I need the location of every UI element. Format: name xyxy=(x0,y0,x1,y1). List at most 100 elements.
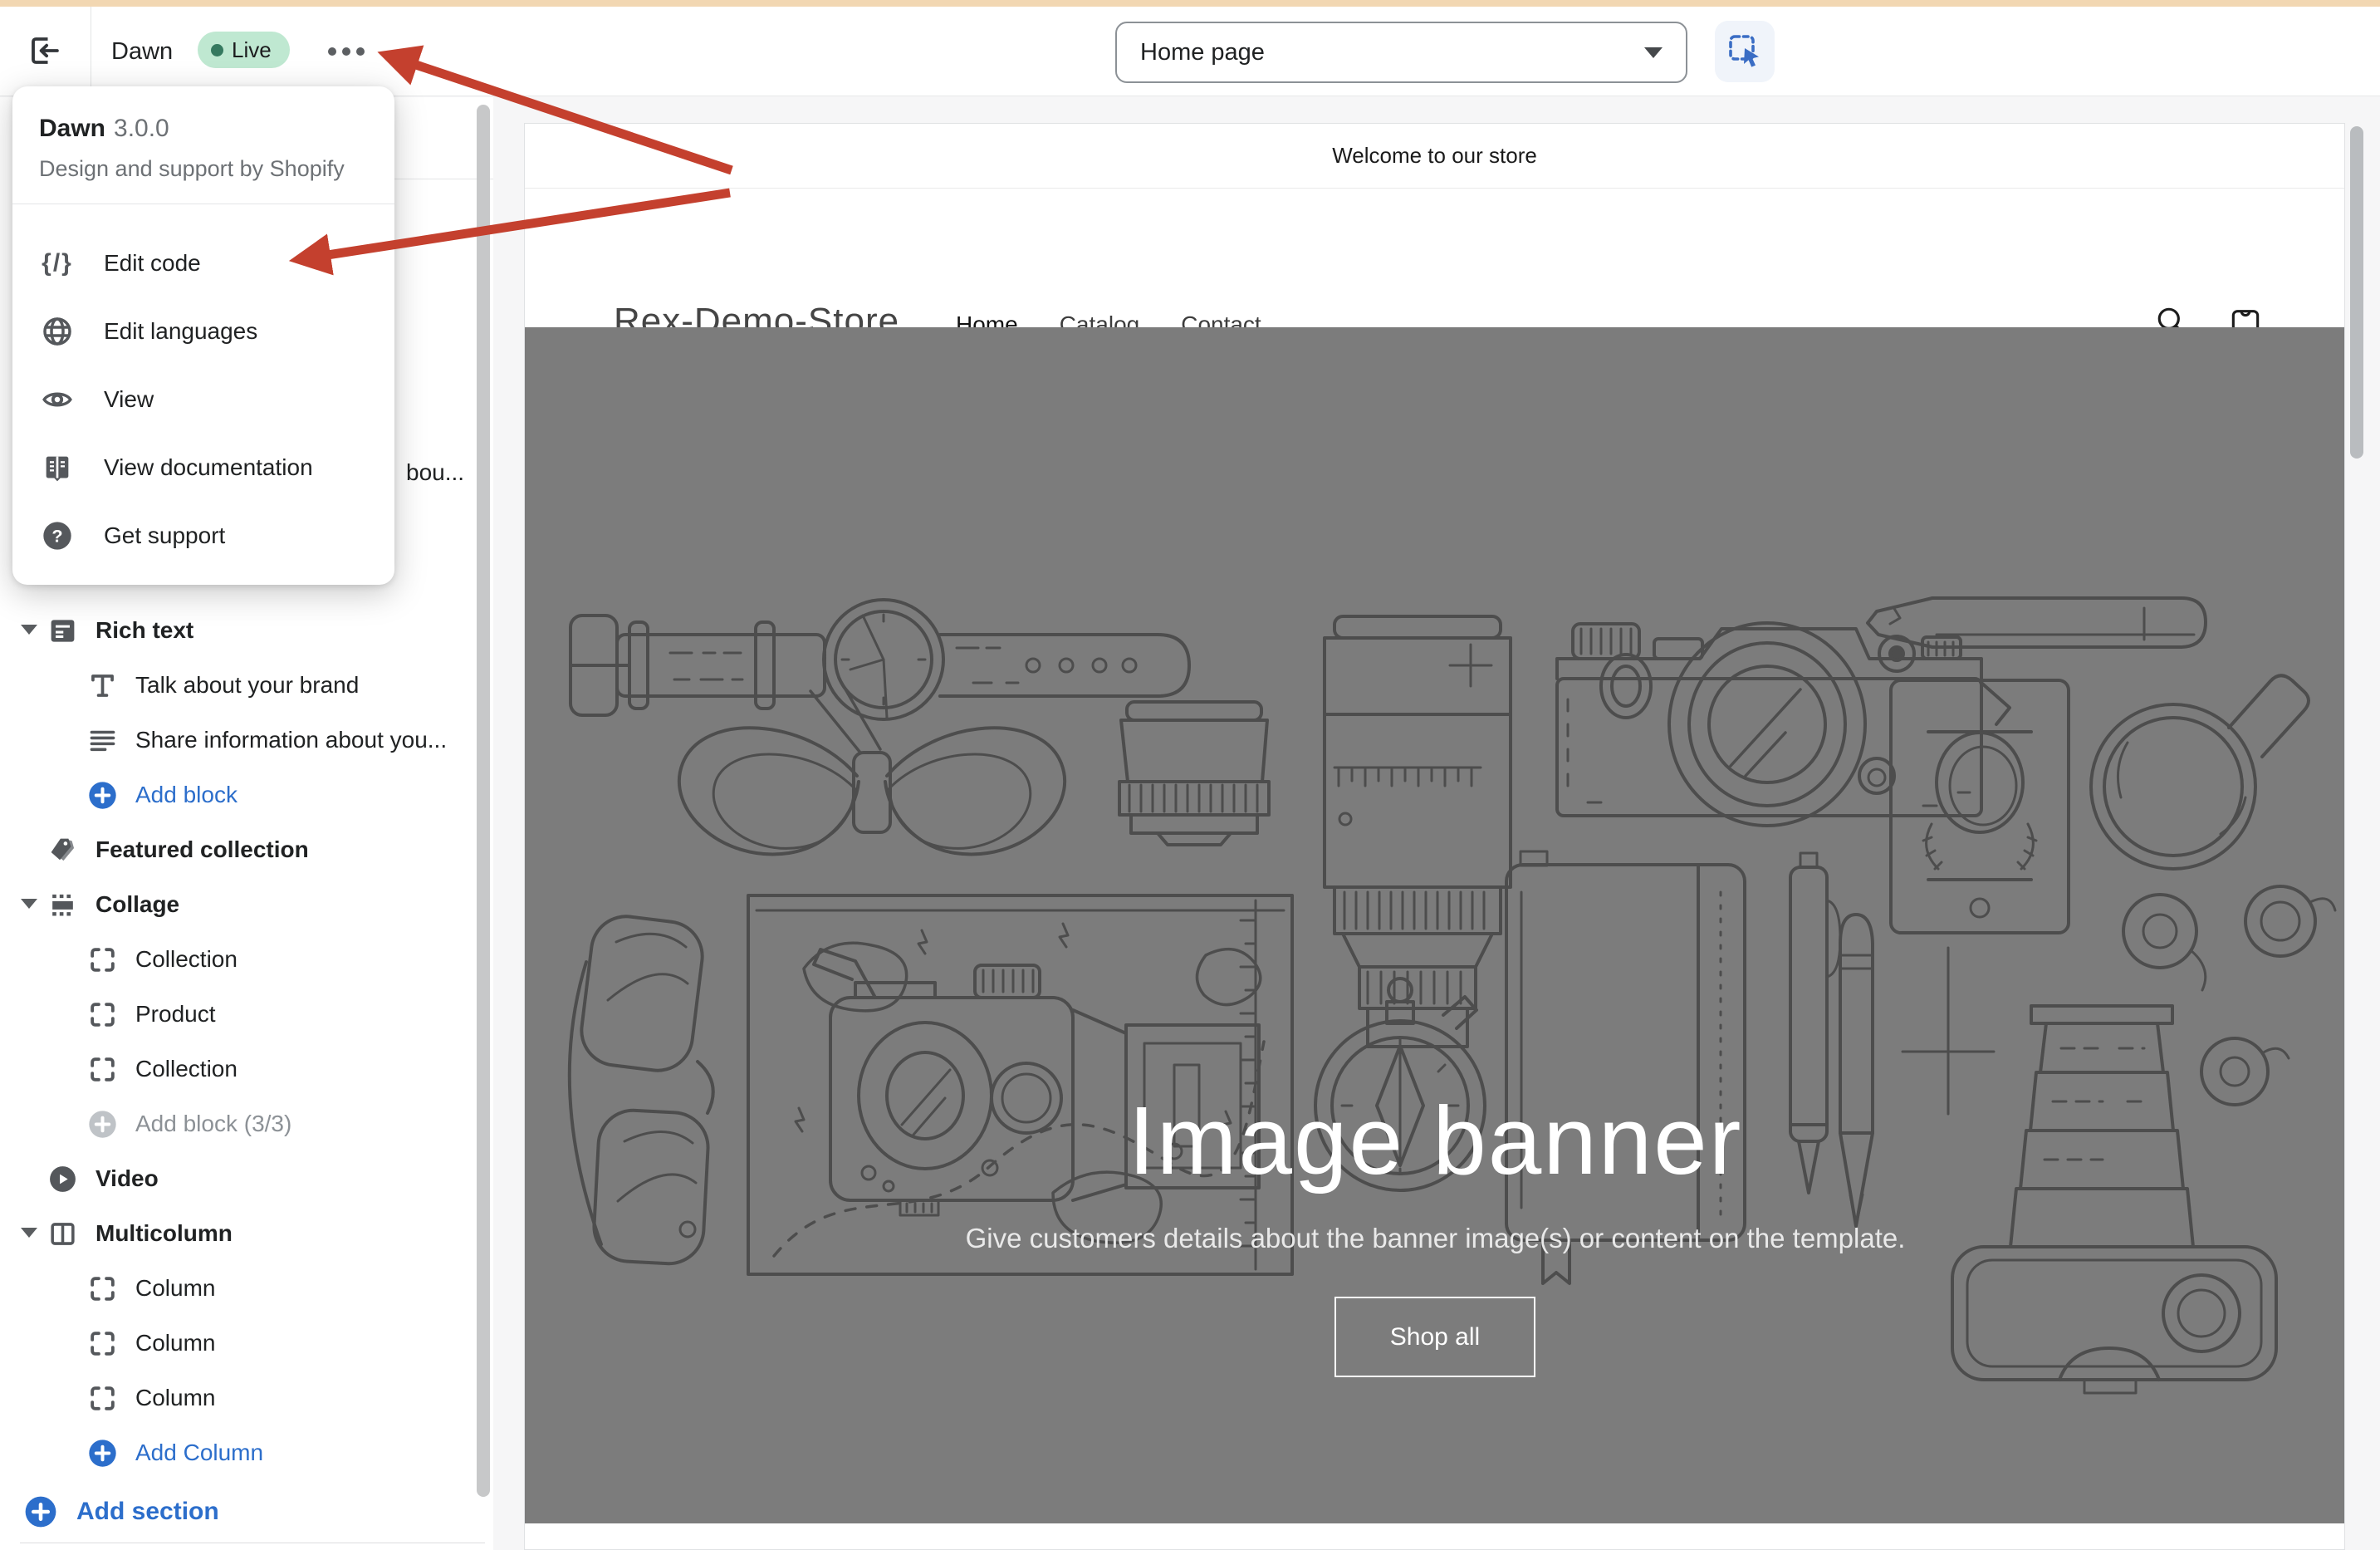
sidebar-item-label: Add block (3/3) xyxy=(135,1111,292,1136)
question-icon: ? xyxy=(39,517,76,554)
sidebar-item-multicolumn[interactable]: Multicolumn xyxy=(0,1206,493,1261)
menu-item-view-documentation[interactable]: View documentation xyxy=(12,434,394,502)
announcement-bar: Welcome to our store xyxy=(525,124,2344,189)
sidebar-item-label: Column xyxy=(135,1275,216,1301)
popover-theme-version: 3.0.0 xyxy=(114,115,169,142)
announcement-text: Welcome to our store xyxy=(1332,143,1537,168)
brackets-icon xyxy=(87,1328,118,1359)
banner-subheading: Give customers details about the banner … xyxy=(965,1223,1906,1253)
menu-item-label: Edit code xyxy=(104,250,201,276)
svg-text:?: ? xyxy=(51,526,62,547)
book-icon xyxy=(39,449,76,486)
sidebar-item-collage-collection-2[interactable]: Collection xyxy=(0,1042,493,1096)
trial-banner-strip xyxy=(0,0,2380,7)
plus-circle-icon xyxy=(23,1494,58,1529)
sidebar-item-talk-about-your-brand[interactable]: Talk about your brand xyxy=(0,658,493,713)
page-scrollbar[interactable] xyxy=(2350,126,2363,459)
shop-all-button[interactable]: Shop all xyxy=(1334,1297,1535,1377)
sidebar-item-column-1[interactable]: Column xyxy=(0,1261,493,1316)
collage-icon xyxy=(47,890,78,920)
menu-item-label: Get support xyxy=(104,522,226,548)
theme-actions-popover: Dawn 3.0.0 Design and support by Shopify … xyxy=(12,86,394,585)
menu-item-edit-languages[interactable]: Edit languages xyxy=(12,297,394,365)
sidebar-item-label: Rich text xyxy=(95,617,194,643)
sidebar-item-label: Add Column xyxy=(135,1440,264,1465)
store-header: Rex-Demo-Store Home Catalog Contact xyxy=(525,189,2344,349)
sidebar-item-label: Multicolumn xyxy=(95,1220,233,1246)
sidebar-scrollbar[interactable] xyxy=(477,105,490,1497)
exit-editor-button[interactable] xyxy=(23,30,66,73)
brackets-icon xyxy=(87,1273,118,1304)
menu-item-get-support[interactable]: ? Get support xyxy=(12,502,394,570)
sidebar-item-video[interactable]: Video xyxy=(0,1151,493,1206)
code-icon: {/} xyxy=(42,249,73,277)
sidebar-item-column-3[interactable]: Column xyxy=(0,1371,493,1425)
sidebar-item-collage-collection-1[interactable]: Collection xyxy=(0,932,493,987)
sidebar-item-add-column[interactable]: Add Column xyxy=(0,1425,493,1480)
topbar: Dawn Live Home page xyxy=(0,7,2380,96)
menu-item-label: Edit languages xyxy=(104,318,258,344)
sidebar-item-label: Product xyxy=(135,1001,216,1027)
live-dot-icon xyxy=(211,43,223,56)
plus-icon xyxy=(87,780,118,811)
sidebar-item-rich-text[interactable]: Rich text xyxy=(0,603,493,658)
sidebar-truncated-row-fragment: bou... xyxy=(406,459,465,485)
sidebar-section-list: Rich text Talk about your brand Share info… xyxy=(0,603,493,1480)
chevron-down-icon[interactable] xyxy=(21,899,37,909)
sidebar-item-label: Collage xyxy=(95,891,180,917)
eye-icon xyxy=(39,381,76,418)
store-preview-frame: Welcome to our store Rex-Demo-Store Home… xyxy=(524,123,2345,1550)
textT-icon xyxy=(87,670,118,701)
sidebar-item-label: Collection xyxy=(135,946,238,972)
multicolumn-icon xyxy=(47,1219,78,1249)
banner-heading: Image banner xyxy=(1128,1086,1743,1194)
chevron-down-icon[interactable] xyxy=(21,1228,37,1238)
popover-theme-name: Dawn xyxy=(39,115,106,142)
exit-icon xyxy=(27,33,62,71)
richtext-icon xyxy=(47,616,78,646)
sidebar-item-add-block-collage[interactable]: Add block (3/3) xyxy=(0,1096,493,1151)
page-selector[interactable]: Home page xyxy=(1115,22,1687,83)
add-section-button[interactable]: Add section xyxy=(23,1492,219,1532)
brackets-icon xyxy=(87,944,118,975)
sidebar-item-label: Collection xyxy=(135,1056,238,1082)
theme-name: Dawn xyxy=(111,38,174,65)
chevron-down-icon[interactable] xyxy=(21,625,37,635)
sidebar-item-column-2[interactable]: Column xyxy=(0,1316,493,1371)
sidebar-item-label: Add block xyxy=(135,782,238,807)
sidebar-item-label: Column xyxy=(135,1330,216,1356)
chevron-down-icon xyxy=(1644,47,1663,58)
brackets-icon xyxy=(87,999,118,1030)
popover-header: Dawn 3.0.0 Design and support by Shopify xyxy=(12,86,394,182)
sidebar-item-add-block-rich-text[interactable]: Add block xyxy=(0,768,493,822)
video-icon xyxy=(47,1164,78,1194)
menu-item-label: View xyxy=(104,386,154,412)
theme-actions-menu-button[interactable] xyxy=(321,35,372,68)
plus-icon xyxy=(87,1109,118,1140)
sidebar-item-label: Featured collection xyxy=(95,836,309,862)
globe-icon xyxy=(39,313,76,350)
brackets-icon xyxy=(87,1054,118,1085)
image-banner-section: Image banner Give customers details abou… xyxy=(525,327,2344,1523)
popover-subtitle: Design and support by Shopify xyxy=(39,156,345,181)
tags-icon xyxy=(47,835,78,866)
live-badge: Live xyxy=(198,32,290,68)
sidebar-item-label: Share information about you... xyxy=(135,727,448,753)
popover-menu-list: {/} Edit code Edit languages View View docum… xyxy=(12,204,394,570)
sidebar-item-collage[interactable]: Collage xyxy=(0,877,493,932)
section-picker-button[interactable] xyxy=(1715,21,1775,82)
sidebar-item-label: Column xyxy=(135,1385,216,1410)
brackets-icon xyxy=(87,1383,118,1414)
select-section-icon xyxy=(1726,32,1764,72)
ellipsis-icon xyxy=(328,47,336,56)
sidebar-item-share-information[interactable]: Share information about you... xyxy=(0,713,493,768)
sidebar-item-featured-collection[interactable]: Featured collection xyxy=(0,822,493,877)
sidebar-item-label: Video xyxy=(95,1165,159,1191)
sidebar-item-collage-product[interactable]: Product xyxy=(0,987,493,1042)
lines-icon xyxy=(87,725,118,756)
menu-item-view[interactable]: View xyxy=(12,365,394,434)
menu-item-edit-code[interactable]: {/} Edit code xyxy=(12,229,394,297)
menu-item-label: View documentation xyxy=(104,454,313,480)
plus-icon xyxy=(87,1438,118,1469)
sidebar-item-label: Talk about your brand xyxy=(135,672,360,698)
